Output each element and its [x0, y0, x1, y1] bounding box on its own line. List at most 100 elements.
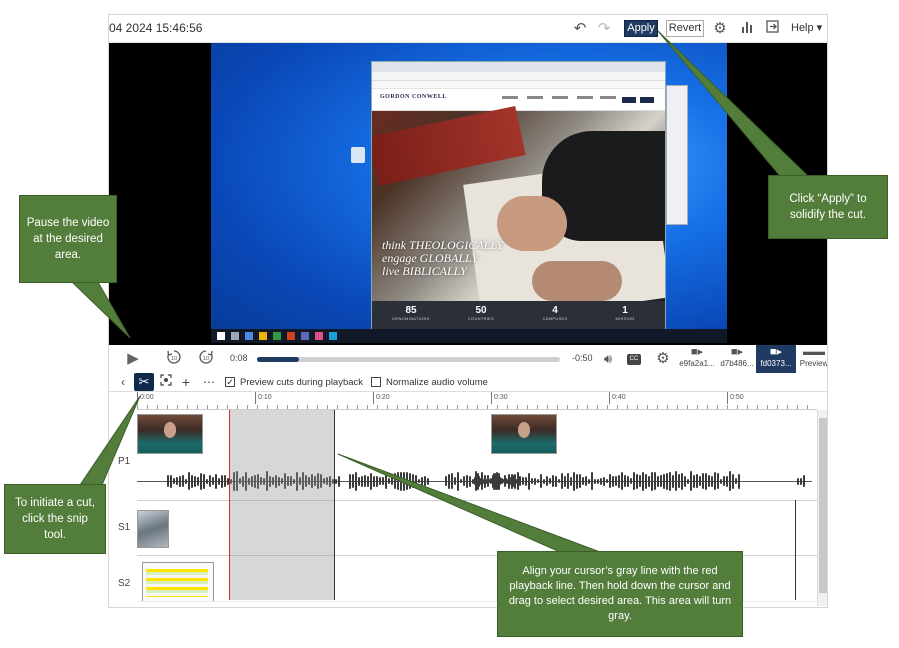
revert-button[interactable]: Revert	[666, 20, 704, 37]
callout-snip: To initiate a cut, click the snip tool.	[4, 484, 106, 554]
waveform-bar	[711, 475, 713, 487]
current-time: 0:08	[230, 353, 248, 363]
website-logo: GORDON CONWELL	[380, 94, 447, 100]
waveform-bar	[338, 475, 340, 487]
waveform-bar	[561, 473, 563, 489]
waveform-bar	[672, 474, 674, 488]
callout-pause: Pause the video at the desired area.	[19, 195, 117, 283]
waveform-bar	[546, 476, 548, 486]
redo-icon[interactable]: ↷	[595, 19, 613, 39]
source-stream-1[interactable]: ■▸ e9fa2a1...	[677, 345, 717, 373]
svg-text:10: 10	[171, 356, 177, 362]
track-label-p1: P1	[118, 456, 131, 467]
add-icon[interactable]: +	[180, 373, 192, 391]
svg-text:10: 10	[203, 356, 209, 362]
source-stream-3[interactable]: ■▸ fd0373...	[756, 345, 796, 373]
waveform-bar	[735, 478, 737, 484]
background-window	[666, 85, 688, 225]
waveform-bar	[681, 472, 683, 490]
waveform-bar	[645, 473, 647, 489]
waveform-bar	[708, 475, 710, 487]
time-tick: 0:00	[140, 394, 154, 401]
focus-target-icon[interactable]	[159, 373, 173, 391]
undo-icon[interactable]: ↶	[571, 19, 589, 39]
chevron-left-icon[interactable]: ‹	[117, 373, 129, 391]
normalize-audio-checkbox[interactable]	[371, 377, 381, 387]
gear-icon[interactable]: ⚙	[711, 19, 729, 39]
browser-tabs	[372, 62, 665, 72]
waveform-bar	[639, 475, 641, 487]
waveform-bar	[585, 476, 587, 486]
browser-bookmarks	[372, 81, 665, 89]
waveform-bar	[400, 471, 402, 491]
waveform-bar	[528, 472, 530, 490]
waveform-bar	[549, 478, 551, 484]
waveform-bar	[510, 477, 512, 485]
volume-icon[interactable]: 🔊︎	[599, 349, 617, 369]
waveform-bar	[454, 477, 456, 485]
waveform-bar	[576, 473, 578, 489]
settings-gear-icon[interactable]: ⚙	[654, 349, 672, 369]
vertical-scrollbar[interactable]	[817, 410, 827, 606]
exit-icon[interactable]	[764, 19, 780, 39]
cut-selection-region[interactable]	[229, 410, 335, 600]
waveform-bar	[480, 477, 482, 485]
waveform-bar	[732, 473, 734, 489]
waveform-bar	[648, 475, 650, 487]
playback-scrubber[interactable]	[257, 357, 560, 362]
waveform-bar	[406, 472, 408, 490]
waveform-bar	[600, 477, 602, 485]
waveform-bar	[457, 471, 459, 491]
apply-button[interactable]: Apply	[624, 20, 658, 37]
waveform-bar	[451, 473, 453, 489]
track-end-marker	[795, 500, 796, 555]
time-tick: 0:50	[730, 394, 744, 401]
playback-line[interactable]	[229, 410, 230, 600]
waveform-bar	[388, 478, 390, 484]
timeline-ruler[interactable]: 0:00 0:10 0:20 0:30 0:40 0:50	[137, 392, 817, 410]
s2-thumbnail	[142, 562, 214, 602]
waveform-bar	[427, 477, 429, 485]
browser-url-bar	[372, 72, 665, 81]
waveform-bar	[513, 475, 515, 487]
scrollbar-thumb[interactable]	[819, 418, 827, 593]
preview-cuts-checkbox[interactable]: ✓	[225, 377, 235, 387]
waveform-bar	[215, 473, 217, 489]
camera-icon: ■▸	[690, 346, 704, 358]
waveform-bar	[636, 473, 638, 489]
waveform-bar	[212, 477, 214, 485]
waveform-bar	[335, 478, 337, 484]
closed-captions-button[interactable]: CC	[627, 354, 641, 365]
waveform-bar	[492, 474, 494, 488]
source-stream-2[interactable]: ■▸ d7b486...	[717, 345, 757, 373]
waveform-bar	[507, 478, 509, 484]
waveform-bar	[675, 471, 677, 491]
play-icon[interactable]: ▶	[123, 349, 143, 369]
more-options-icon[interactable]: ⋯	[202, 373, 216, 391]
waveform-bar	[729, 471, 731, 491]
video-preview[interactable]: GORDON CONWELL think THEOLOGICALLY engag…	[109, 43, 827, 345]
stats-chart-icon[interactable]	[739, 19, 755, 39]
waveform-bar	[564, 475, 566, 487]
waveform-bar	[501, 478, 503, 484]
snip-tool-button[interactable]: ✂	[134, 373, 154, 391]
waveform-bar	[537, 479, 539, 483]
stat-item: 85 DENOMINATIONS	[392, 305, 430, 321]
hero-tagline: think THEOLOGICALLY engage GLOBALLY live…	[382, 239, 503, 278]
browser-window: GORDON CONWELL think THEOLOGICALLY engag…	[371, 61, 666, 331]
forward-10-icon[interactable]: 10	[196, 349, 216, 369]
waveform-bar	[618, 474, 620, 488]
rewind-10-icon[interactable]: 10	[164, 349, 184, 369]
preview-stream[interactable]: ▬▬ Preview	[794, 345, 827, 373]
waveform-bar	[612, 475, 614, 487]
waveform-bar	[684, 475, 686, 487]
help-menu[interactable]: Help ▾	[791, 21, 822, 34]
waveform-bar	[717, 473, 719, 489]
track-label-s2: S2	[118, 578, 131, 589]
preview-cuts-label: Preview cuts during playback	[240, 377, 364, 388]
waveform-bar	[678, 474, 680, 488]
windows-taskbar	[211, 329, 727, 343]
waveform-bar	[421, 476, 423, 486]
time-tick: 0:10	[258, 394, 272, 401]
waveform-bar	[516, 478, 518, 484]
